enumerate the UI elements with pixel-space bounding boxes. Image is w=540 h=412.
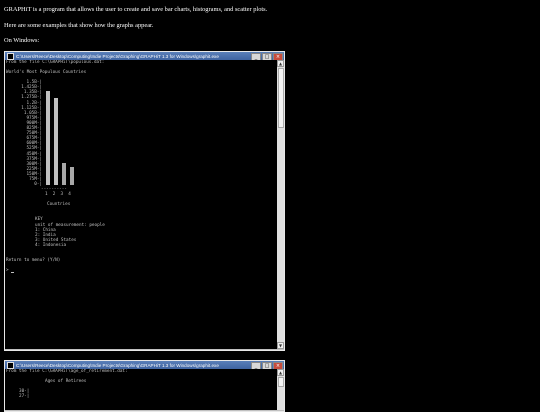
scroll-thumb[interactable]: [277, 377, 284, 387]
window-title: C:\Users\Reece\Desktop\Computing\Indie P…: [16, 53, 219, 59]
intro-line-2: Here are some examples that show how the…: [4, 22, 154, 29]
window-titlebar[interactable]: C:\Users\Reece\Desktop\Computing\Indie P…: [5, 52, 284, 61]
bar-4: [70, 167, 74, 185]
console-window-populous[interactable]: C:\Users\Reece\Desktop\Computing\Indie P…: [4, 51, 285, 351]
intro-line-1: GRAPHiT is a program that allows the use…: [4, 6, 268, 13]
y-tick: 27-|: [19, 394, 30, 400]
window-titlebar[interactable]: C:\Users\Reece\Desktop\Computing\Indie P…: [5, 361, 284, 370]
scroll-up-button[interactable]: ▲: [277, 369, 284, 376]
scroll-down-button[interactable]: ▼: [277, 342, 284, 349]
console-output: From the file C:\GRAPHiT\age_of_retireme…: [5, 369, 277, 410]
input-prompt: >: [6, 268, 9, 274]
console-app-icon: [7, 52, 14, 60]
intro-line-3: On Windows:: [4, 37, 40, 44]
console-app-icon: [7, 361, 14, 369]
vertical-scrollbar[interactable]: ▲ ▼: [277, 60, 284, 349]
text-cursor: [11, 272, 15, 274]
console-output: From the file C:\GRAPHiT\populous.dat: W…: [5, 60, 277, 349]
scroll-up-button[interactable]: ▲: [277, 60, 284, 67]
input-line[interactable]: >: [5, 268, 277, 274]
vertical-scrollbar[interactable]: ▲: [277, 369, 284, 410]
bar-1: [46, 91, 50, 185]
scroll-thumb[interactable]: [277, 68, 284, 128]
window-title: C:\Users\Reece\Desktop\Computing\Indie P…: [16, 362, 219, 368]
bar-3: [62, 163, 66, 185]
bar-2: [54, 97, 58, 185]
console-window-retirees[interactable]: C:\Users\Reece\Desktop\Computing\Indie P…: [4, 360, 285, 412]
